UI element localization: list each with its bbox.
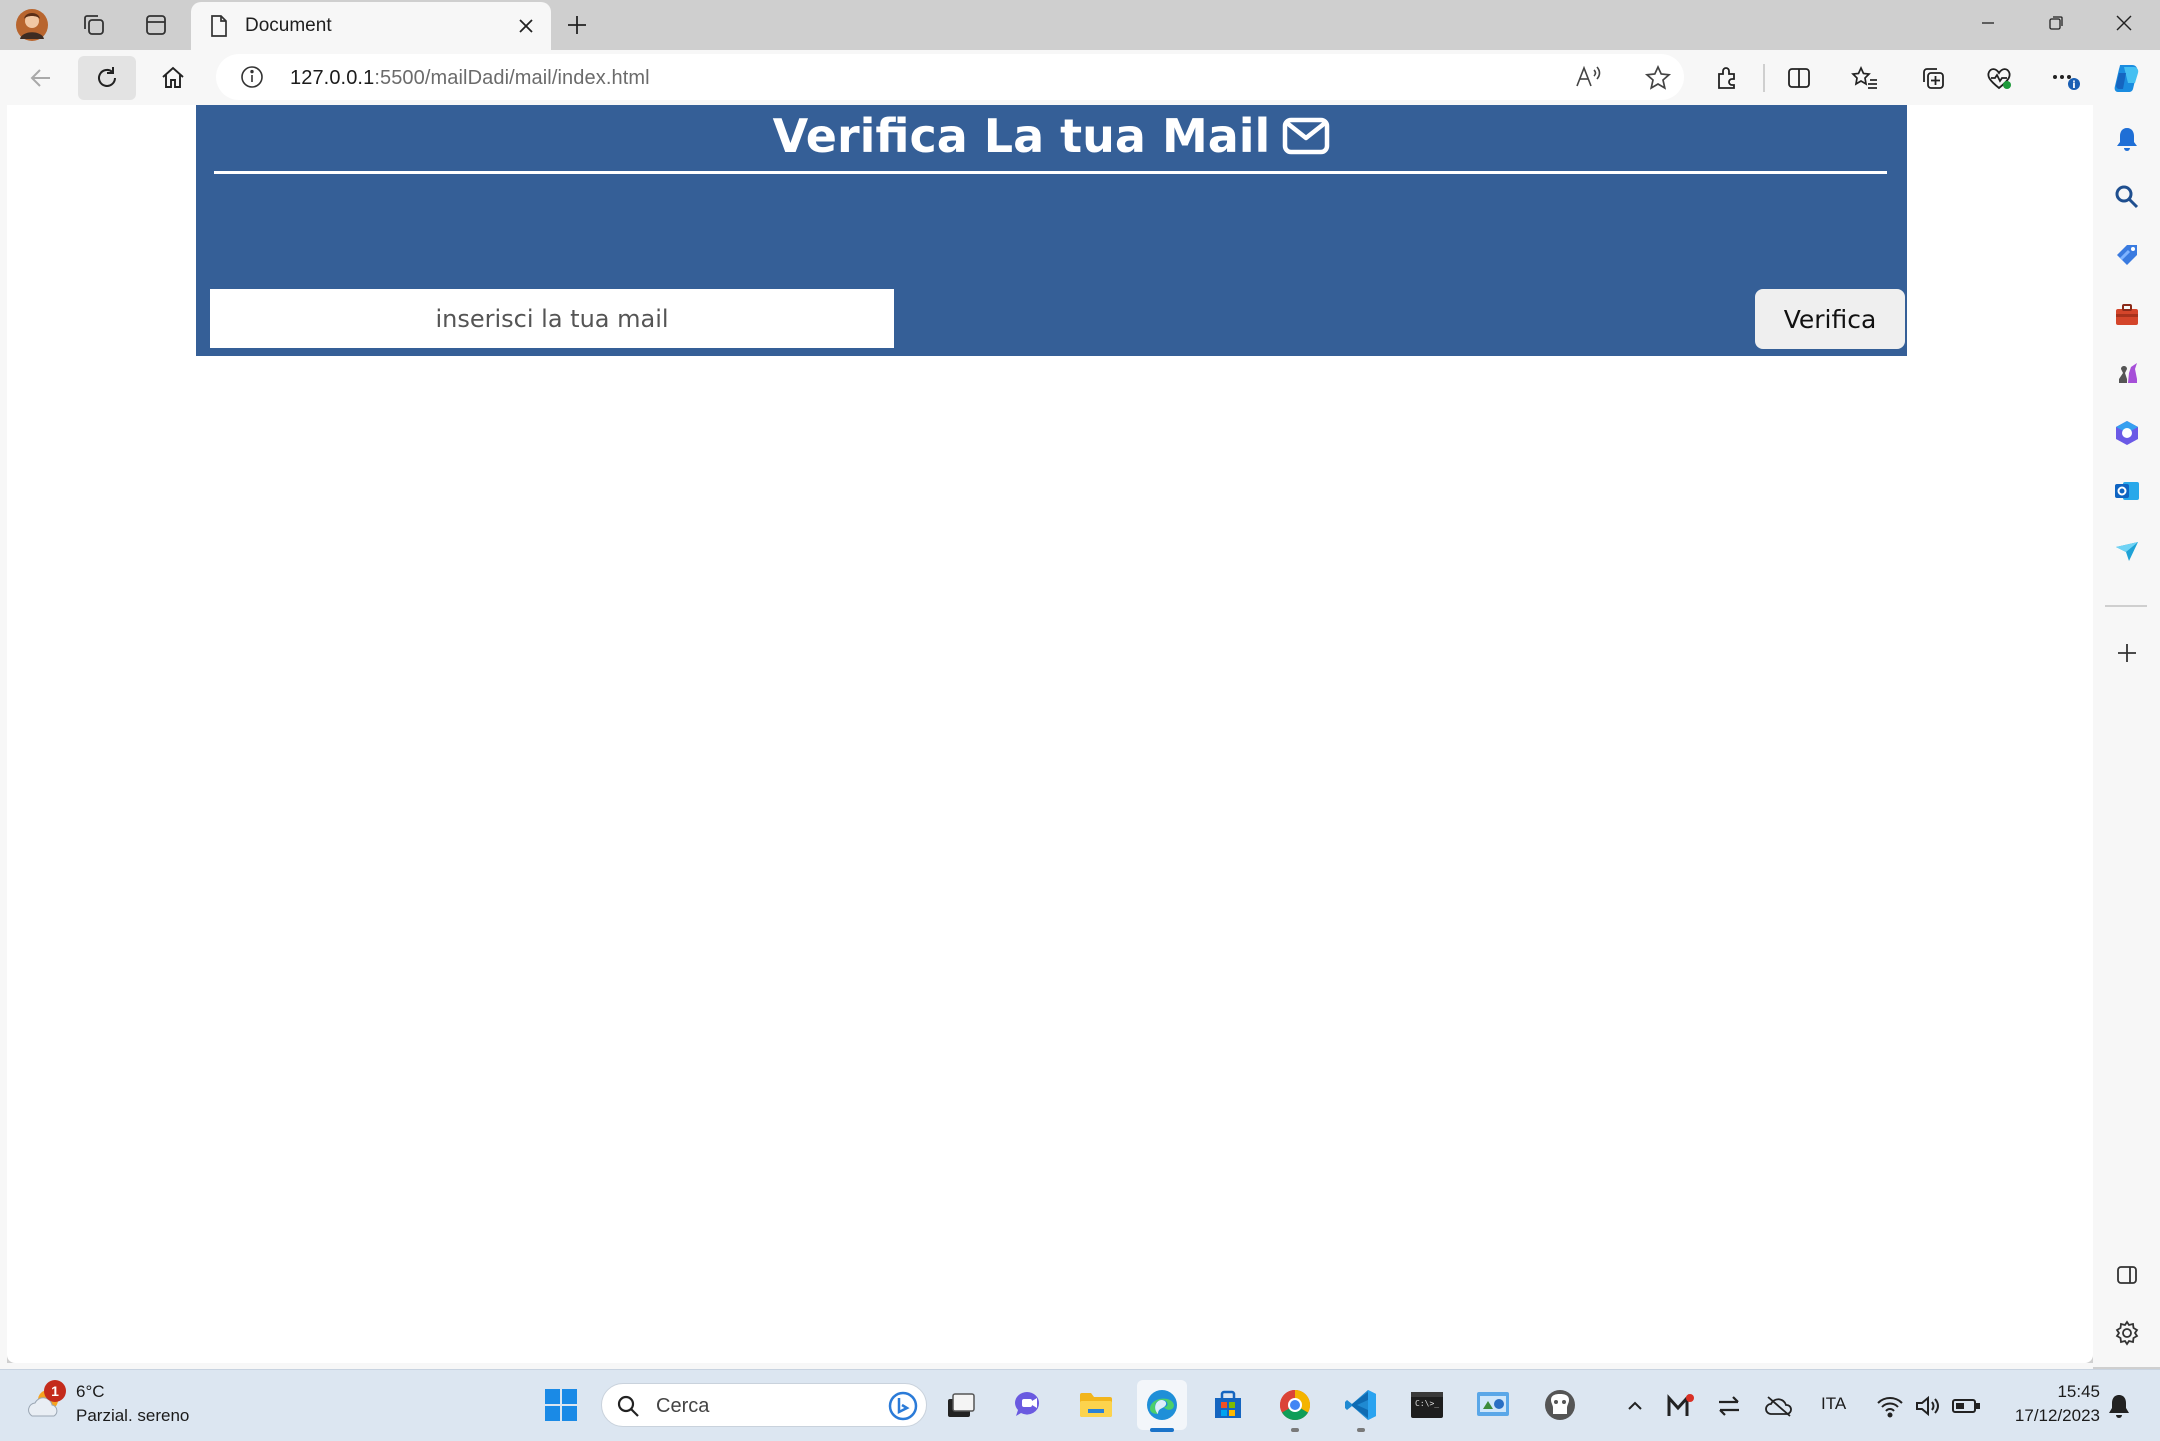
page-title-text: Verifica La tua Mail — [772, 109, 1271, 163]
switch-arrows-icon[interactable] — [1713, 1390, 1745, 1422]
notifications-bell-icon[interactable] — [2109, 121, 2145, 157]
running-indicator — [1291, 1428, 1299, 1432]
running-indicator — [1150, 1428, 1174, 1432]
task-view-icon[interactable] — [936, 1380, 986, 1430]
edge-sidebar — [2093, 105, 2160, 1367]
sidebar-divider — [2105, 605, 2147, 607]
extensions-icon[interactable] — [1698, 56, 1756, 100]
microsoft-365-icon[interactable] — [2109, 415, 2145, 451]
windows-taskbar: 1 6°C Parzial. sereno Cerca C:\>_ ITA 15… — [0, 1369, 2160, 1441]
chrome-icon[interactable] — [1270, 1380, 1320, 1432]
read-aloud-icon[interactable] — [1574, 64, 1602, 90]
search-icon[interactable] — [2109, 179, 2145, 215]
browser-essentials-icon[interactable] — [1970, 56, 2028, 100]
vertical-tabs-icon[interactable] — [132, 8, 180, 42]
url-text[interactable]: 127.0.0.1:5500/mailDadi/mail/index.html — [290, 67, 650, 90]
site-info-icon[interactable] — [240, 65, 264, 89]
outlook-icon[interactable] — [2109, 473, 2145, 509]
hide-sidebar-icon[interactable] — [2109, 1257, 2145, 1293]
url-path: :5500/mailDadi/mail/index.html — [374, 67, 650, 89]
refresh-icon[interactable] — [78, 56, 136, 100]
new-tab-icon[interactable] — [560, 8, 594, 42]
web-page: Verifica La tua Mail Verifica — [7, 105, 2093, 1363]
split-screen-icon[interactable] — [1770, 56, 1828, 100]
browser-toolbar: 127.0.0.1:5500/mailDadi/mail/index.html … — [0, 50, 2160, 105]
start-windows-icon[interactable] — [536, 1380, 586, 1430]
add-icon[interactable] — [2109, 635, 2145, 671]
show-hidden-icons-icon[interactable] — [1619, 1390, 1651, 1422]
control-panel-icon[interactable] — [1468, 1380, 1518, 1430]
tab-title: Document — [245, 15, 332, 36]
gmail-notifier-icon[interactable] — [1665, 1390, 1697, 1422]
input-language[interactable]: ITA — [1821, 1394, 1846, 1414]
browser-frame-left — [0, 105, 7, 1367]
vscode-icon[interactable] — [1336, 1380, 1386, 1432]
close-tab-icon[interactable] — [511, 11, 541, 41]
svg-text:i: i — [2072, 80, 2075, 91]
weather-description: Parzial. sereno — [76, 1406, 190, 1425]
profile-avatar[interactable] — [8, 8, 56, 42]
bing-icon[interactable] — [888, 1391, 918, 1421]
tools-briefcase-icon[interactable] — [2109, 297, 2145, 333]
teams-chat-icon[interactable] — [1004, 1380, 1054, 1430]
tab-document[interactable]: Document — [191, 2, 551, 50]
heading-divider — [214, 171, 1887, 174]
url-host: 127.0.0.1 — [290, 67, 375, 89]
onedrive-offline-icon[interactable] — [1763, 1390, 1795, 1422]
send-drop-icon[interactable] — [2109, 533, 2145, 569]
page-title: Verifica La tua Mail — [196, 105, 1907, 167]
weather-widget[interactable]: 1 6°C Parzial. sereno — [24, 1380, 224, 1432]
toolbar-divider — [1763, 64, 1765, 92]
volume-icon[interactable] — [1912, 1390, 1944, 1422]
wifi-icon[interactable] — [1874, 1390, 1906, 1422]
edge-browser-icon[interactable] — [1137, 1380, 1187, 1432]
minimize-icon[interactable] — [1954, 0, 2022, 46]
browser-title-bar: Document — [0, 0, 2160, 50]
weather-alert-badge: 1 — [44, 1380, 66, 1402]
verify-panel: Verifica La tua Mail Verifica — [196, 105, 1907, 356]
games-icon[interactable] — [2109, 355, 2145, 391]
verify-button[interactable]: Verifica — [1755, 289, 1905, 349]
envelope-icon — [1282, 117, 1330, 155]
terminal-icon[interactable]: C:\>_ — [1402, 1380, 1452, 1430]
github-desktop-icon[interactable] — [1535, 1380, 1585, 1430]
shopping-tag-icon[interactable] — [2109, 237, 2145, 273]
clock-date[interactable]: 17/12/2023 — [2000, 1406, 2100, 1426]
copilot-icon[interactable] — [2098, 56, 2156, 100]
file-explorer-icon[interactable] — [1071, 1380, 1121, 1430]
clock-time[interactable]: 15:45 — [2004, 1382, 2100, 1402]
restore-icon[interactable] — [2022, 0, 2090, 46]
back-icon[interactable] — [12, 56, 70, 100]
favorite-star-icon[interactable] — [1644, 64, 1672, 92]
collections-icon[interactable] — [1904, 56, 1962, 100]
search-magnifier-icon — [616, 1394, 640, 1418]
notification-bell-icon[interactable] — [2103, 1390, 2135, 1422]
microsoft-store-icon[interactable] — [1203, 1380, 1253, 1430]
favorites-icon[interactable] — [1836, 56, 1894, 100]
settings-gear-icon[interactable] — [2109, 1315, 2145, 1351]
battery-icon[interactable] — [1950, 1390, 1982, 1422]
running-indicator — [1357, 1428, 1365, 1432]
more-menu-icon[interactable]: i — [2036, 56, 2094, 100]
close-window-icon[interactable] — [2090, 0, 2158, 46]
workspaces-icon[interactable] — [70, 8, 118, 42]
weather-temperature: 6°C — [76, 1382, 105, 1401]
page-icon — [209, 14, 229, 38]
email-input[interactable] — [210, 289, 894, 348]
address-bar[interactable]: 127.0.0.1:5500/mailDadi/mail/index.html — [216, 54, 1684, 100]
svg-text:C:\>_: C:\>_ — [1415, 1399, 1439, 1408]
search-label: Cerca — [656, 1395, 710, 1417]
home-icon[interactable] — [144, 56, 202, 100]
taskbar-search-box[interactable]: Cerca — [601, 1383, 927, 1427]
